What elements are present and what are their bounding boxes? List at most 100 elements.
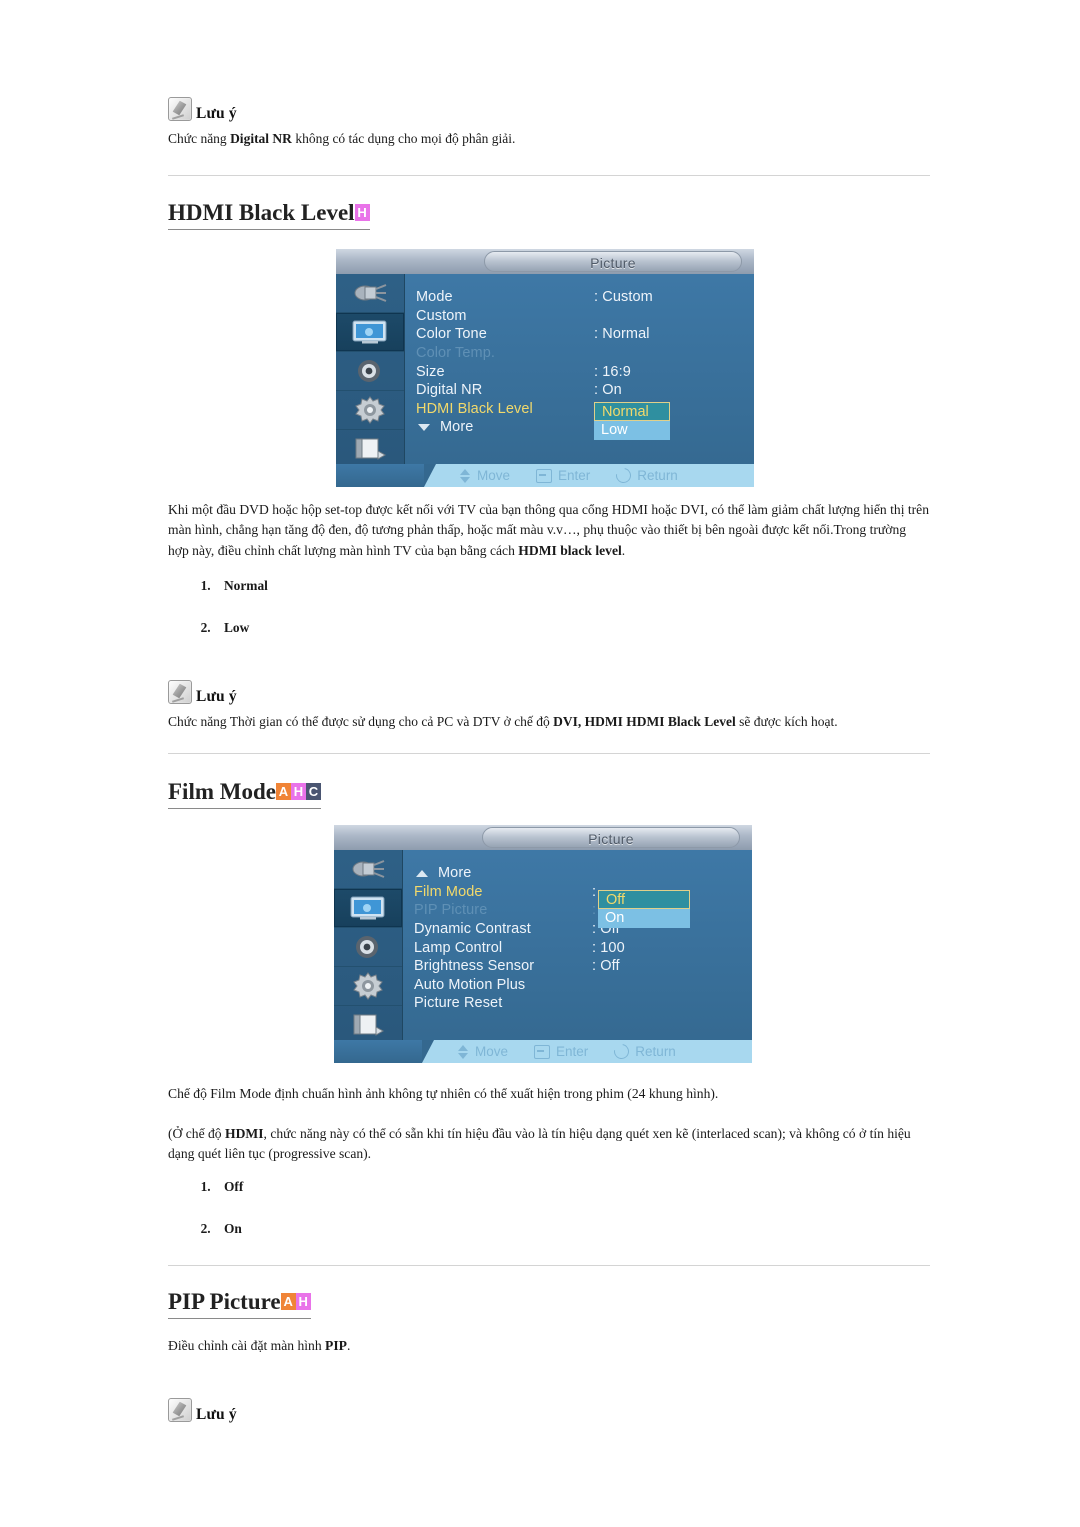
note-body-pre: Chức năng Thời gian có thể được sử dụng …: [168, 714, 554, 729]
footer-return[interactable]: Return: [611, 1041, 676, 1062]
note-block-1: Lưu ý Chức năng Digital NR không có tác …: [168, 95, 930, 149]
note-title: Lưu ý: [196, 687, 237, 705]
footer-move[interactable]: Move: [458, 1044, 508, 1059]
osd-dropdown-2[interactable]: Off On: [598, 890, 690, 928]
osd-row[interactable]: Dynamic Contrast: Off: [414, 920, 746, 939]
multi-control-book-icon: [353, 436, 387, 462]
osd-sidebar[interactable]: [334, 850, 403, 1045]
note-header: Lưu ý: [168, 678, 930, 704]
pip-description-paragraph: Điều chỉnh cài đặt màn hình PIP.: [168, 1336, 930, 1356]
osd-row-selected[interactable]: HDMI Black Level:: [416, 400, 748, 419]
osd-row[interactable]: Brightness Sensor: Off: [414, 957, 746, 976]
osd-row-value: : Normal: [594, 326, 650, 343]
film-mode-paragraph-2: (Ở chế độ HDMI, chức năng này có thể có …: [168, 1124, 930, 1165]
hdmi-description-paragraph: Khi một đầu DVD hoặc hộp set-top được kế…: [168, 500, 930, 561]
osd-dropdown-1[interactable]: Normal Low: [594, 402, 670, 440]
paragraph-bold: HDMI black level: [518, 542, 622, 558]
osd-row-label: Mode: [416, 289, 453, 306]
section-divider-3: [168, 1265, 930, 1266]
sidebar-item-input[interactable]: [336, 274, 404, 313]
heading-pip-picture: PIP Picture A H: [168, 1289, 311, 1320]
osd-row-label: Custom: [416, 307, 467, 324]
osd-footer-items: Move Enter Return: [458, 1040, 676, 1063]
dropdown-option[interactable]: On: [598, 909, 690, 928]
osd-row-label: Dynamic Contrast: [414, 921, 531, 938]
osd-row-value: : Custom: [594, 289, 653, 306]
paragraph-pre: (Ở chế độ: [168, 1126, 225, 1141]
osd-row-selected[interactable]: Film Mode:: [414, 883, 746, 902]
page-title-pip-picture: PIP Picture A H: [168, 1289, 311, 1320]
osd-row-label: Size: [416, 363, 445, 380]
footer-move-label: Move: [477, 468, 511, 483]
footer-return-label: Return: [637, 468, 678, 483]
page-title-hdmi: HDMI Black Level H: [168, 200, 370, 231]
note-block-3: Lưu ý: [168, 1396, 930, 1422]
picture-monitor-icon: [349, 895, 387, 921]
osd-row[interactable]: Color Tone : Normal: [416, 325, 748, 344]
footer-enter[interactable]: Enter: [536, 468, 590, 483]
sidebar-item-picture[interactable]: [334, 889, 402, 928]
enter-key-icon: [536, 468, 553, 483]
film-mode-options-list: Off On: [168, 1179, 243, 1263]
footer-move[interactable]: Move: [460, 468, 510, 483]
heading-hdmi-black-level: HDMI Black Level H: [168, 200, 370, 231]
osd-row[interactable]: Picture Reset: [414, 994, 746, 1013]
osd-row-label: HDMI Black Level: [416, 400, 533, 417]
osd-row[interactable]: Size: 16:9: [416, 362, 748, 381]
input-plug-icon: [350, 857, 386, 881]
osd-footer-tab: [336, 464, 436, 487]
osd-row-value: : 100: [592, 939, 625, 956]
section-divider-2: [168, 753, 930, 754]
osd-title-text: Picture: [590, 255, 636, 271]
footer-return[interactable]: Return: [613, 465, 678, 486]
osd-row[interactable]: Digital NR : On: [416, 381, 748, 400]
osd-row[interactable]: Lamp Control: 100: [414, 938, 746, 957]
osd-footer-2: Move Enter Return: [334, 1040, 752, 1063]
osd-sidebar[interactable]: [336, 274, 405, 469]
sidebar-item-input[interactable]: [334, 850, 402, 889]
osd-row-label: Digital NR: [416, 382, 483, 399]
osd-picture-menu-2[interactable]: Picture More Film Mode: PIP Picture: D…: [334, 825, 752, 1063]
osd-row-label: More: [414, 865, 592, 881]
note-pencil-icon: [168, 1398, 192, 1422]
sidebar-item-picture[interactable]: [336, 313, 404, 352]
osd-row-more[interactable]: More: [416, 418, 748, 437]
dropdown-option[interactable]: Low: [594, 421, 670, 440]
osd-row-label: Color Temp.: [416, 345, 496, 362]
list-item-label: Off: [224, 1179, 244, 1194]
note-body-bold: Digital NR: [230, 131, 292, 146]
note-title: Lưu ý: [196, 104, 237, 122]
paragraph-bold: PIP: [325, 1338, 347, 1353]
list-item: Normal: [214, 578, 268, 594]
up-down-arrow-icon: [458, 1044, 469, 1059]
heading-text: Film Mode: [168, 779, 276, 804]
osd-row-more[interactable]: More: [414, 864, 746, 883]
footer-move-label: Move: [475, 1044, 509, 1059]
list-item-label: On: [224, 1221, 242, 1236]
osd-row[interactable]: Auto Motion Plus: [414, 976, 746, 995]
paragraph-text: Chế độ Film Mode định chuẩn hình ảnh khô…: [168, 1086, 719, 1101]
osd-row-label: Color Tone: [416, 326, 487, 343]
osd-footer-items: Move Enter Return: [460, 464, 678, 487]
osd-picture-menu-1[interactable]: Picture Mode: Custom Custom Color Tone …: [336, 249, 754, 487]
sidebar-item-sound[interactable]: [334, 928, 402, 967]
dropdown-option-selected[interactable]: Normal: [594, 402, 670, 421]
osd-row-label: PIP Picture: [414, 902, 488, 919]
osd-row[interactable]: Custom: [416, 307, 748, 326]
note-body: Chức năng Digital NR không có tác dụng c…: [168, 129, 930, 149]
sidebar-item-setup[interactable]: [334, 967, 402, 1006]
dropdown-option-selected[interactable]: Off: [598, 890, 690, 909]
osd-title-pill: Picture: [482, 827, 740, 848]
sidebar-item-setup[interactable]: [336, 391, 404, 430]
osd-row-value: :: [592, 902, 597, 919]
osd-row-value: : On: [594, 382, 622, 399]
heading-text: PIP Picture: [168, 1289, 281, 1314]
footer-enter[interactable]: Enter: [534, 1044, 588, 1059]
page-title-film-mode: Film Mode A H C: [168, 779, 321, 810]
osd-row[interactable]: Mode : Custom: [416, 288, 748, 307]
note-body-pre: Chức năng: [168, 131, 231, 146]
note-title: Lưu ý: [196, 1405, 237, 1423]
sidebar-item-sound[interactable]: [336, 352, 404, 391]
hdmi-options-list: Normal Low: [168, 578, 268, 662]
enter-key-icon: [534, 1044, 551, 1059]
